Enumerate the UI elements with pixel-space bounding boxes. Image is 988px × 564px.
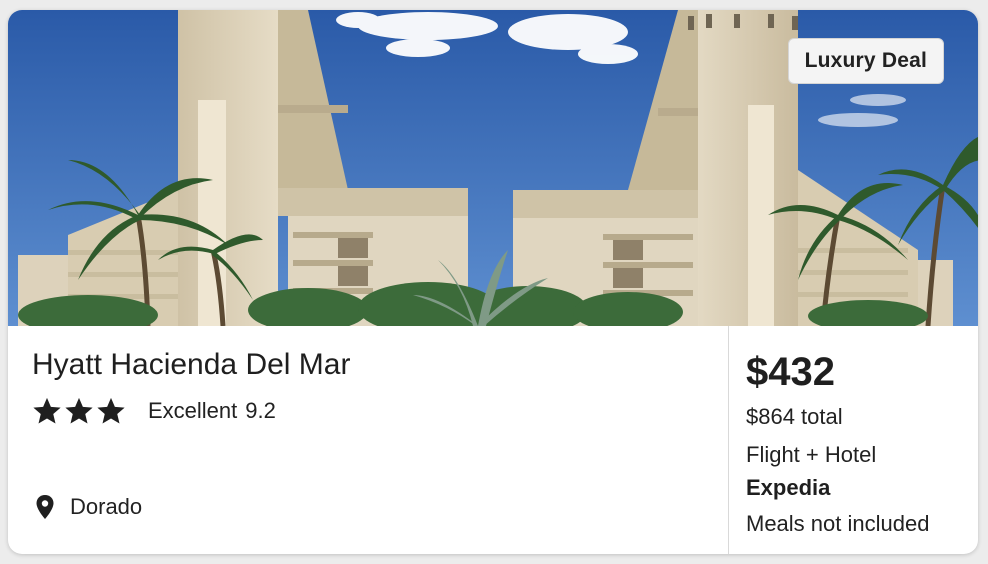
hotel-name[interactable]: Hyatt Hacienda Del Mar [32,348,350,382]
star-icon [33,397,61,424]
star-icon [65,397,93,424]
hotel-photo[interactable]: Luxury Deal [8,10,978,326]
rating-label: Excellent [148,398,238,423]
hotel-deal-card[interactable]: Luxury Deal Hyatt Hacienda Del Mar Excel… [8,10,978,554]
price-panel[interactable]: $432 $864 total Flight + Hotel Expedia M… [729,326,978,554]
star-rating [32,396,126,426]
rating-row: Excellent 9.2 [32,396,276,426]
location-row: Dorado [34,494,142,520]
map-pin-icon [36,495,54,519]
location-name: Dorado [70,494,143,519]
rating-score: 9.2 [245,398,276,423]
nightly-price: $432 [746,350,835,394]
hotel-info: Hyatt Hacienda Del Mar Excellent 9.2 Dor… [8,326,728,554]
meals-info: Meals not included [746,511,930,536]
luxury-deal-badge: Luxury Deal [787,38,944,84]
star-icon [97,397,125,424]
package-type: Flight + Hotel [746,442,877,467]
provider-name: Expedia [746,475,831,500]
total-price: $864 total [746,404,843,429]
